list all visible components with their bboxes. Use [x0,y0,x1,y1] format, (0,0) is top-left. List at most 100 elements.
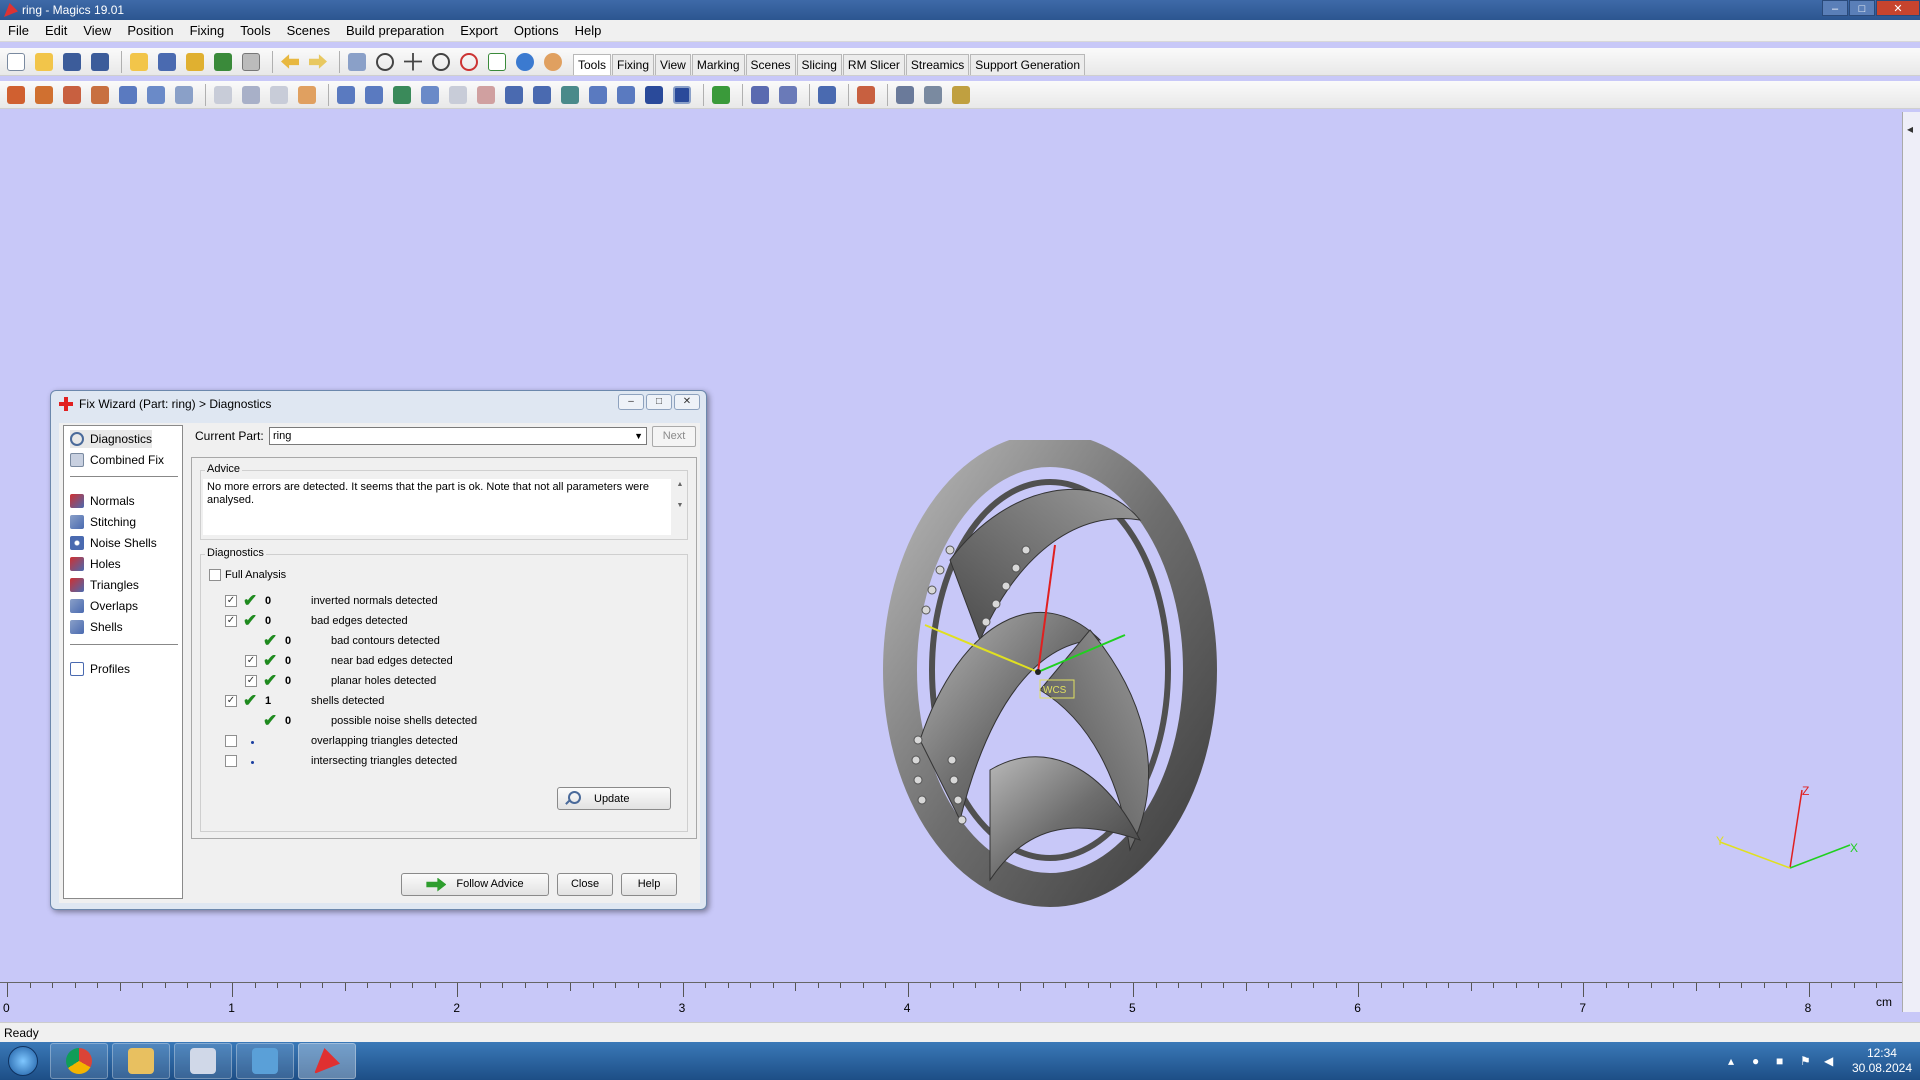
translate-icon[interactable] [4,83,28,107]
nav-item-stitching[interactable]: Stitching [70,513,136,531]
rotate-icon[interactable] [373,50,397,74]
print-icon[interactable] [239,50,263,74]
save-part-icon[interactable] [155,50,179,74]
collapse-arrow-icon[interactable]: ◂ [1907,122,1913,136]
next-button[interactable]: Next [652,426,696,447]
diagnostic-checkbox[interactable]: ✓ [245,675,257,687]
frame-icon[interactable] [642,83,666,107]
import-part-icon[interactable] [127,50,151,74]
surface-icon[interactable] [586,83,610,107]
tray-expand-icon[interactable]: ▴ [1728,1054,1744,1068]
tab-fixing[interactable]: Fixing [612,53,655,75]
start-button[interactable] [0,1042,46,1080]
tab-support-generation[interactable]: Support Generation [970,53,1086,75]
volume-icon[interactable]: ◀ [1824,1054,1840,1068]
tab-scenes[interactable]: Scenes [745,53,796,75]
menu-file[interactable]: File [0,23,37,38]
close-window-button[interactable]: ✕ [1876,0,1920,16]
select-icon[interactable] [345,50,369,74]
network-globe-icon[interactable]: ● [1752,1054,1768,1068]
nav-item-overlaps[interactable]: Overlaps [70,597,138,615]
frame-select-icon[interactable] [670,83,694,107]
scene-icon[interactable] [854,83,878,107]
nav-item-triangles[interactable]: Triangles [70,576,139,594]
taskbar-v8[interactable] [236,1043,294,1079]
taskbar-magics[interactable] [298,1043,356,1079]
follow-advice-button[interactable]: Follow Advice [401,873,549,896]
offset-icon[interactable] [390,83,414,107]
update-button[interactable]: Update [557,787,671,810]
tab-tools[interactable]: Tools [573,53,612,75]
full-analysis-checkbox[interactable] [209,569,221,581]
unload-part-icon[interactable] [211,50,235,74]
clock[interactable]: 12:34 30.08.2024 [1852,1046,1912,1076]
nav-item-noise-shells[interactable]: Noise Shells [70,534,157,552]
nav-item-holes[interactable]: Holes [70,555,121,573]
zoom-icon[interactable] [429,50,453,74]
pan-icon[interactable] [401,50,425,74]
package-icon[interactable] [815,83,839,107]
hand-tool-icon[interactable] [295,83,319,107]
dialog-maximize-button[interactable]: □ [646,394,672,410]
help-icon[interactable] [513,50,537,74]
tab-view[interactable]: View [655,53,691,75]
mirror-icon[interactable] [88,83,112,107]
grid-icon[interactable] [558,83,582,107]
new-file-icon[interactable] [4,50,28,74]
merge-icon[interactable] [172,83,196,107]
diagnostic-checkbox[interactable] [225,755,237,767]
wave-icon[interactable] [614,83,638,107]
checklist-icon[interactable] [485,50,509,74]
menu-view[interactable]: View [75,23,119,38]
menu-scenes[interactable]: Scenes [279,23,338,38]
measure-icon[interactable] [418,83,442,107]
ring-model[interactable]: WCS [840,440,1240,910]
taskbar-explorer[interactable] [112,1043,170,1079]
diagnostic-checkbox[interactable] [225,735,237,747]
nav-item-combined-fix[interactable]: Combined Fix [70,451,164,469]
diagnostic-checkbox[interactable]: ✓ [225,595,237,607]
diagnostic-checkbox[interactable]: ✓ [225,695,237,707]
rotate-part-icon[interactable] [60,83,84,107]
taskbar-paint[interactable] [174,1043,232,1079]
smooth-icon[interactable] [474,83,498,107]
text-icon[interactable] [362,83,386,107]
menu-position[interactable]: Position [119,23,181,38]
menu-edit[interactable]: Edit [37,23,75,38]
advice-scrollbar[interactable]: ▲ ▼ [673,481,687,533]
nav-item-shells[interactable]: Shells [70,618,123,636]
arrange-icon[interactable] [709,83,733,107]
current-part-select[interactable]: ring ▼ [269,427,647,445]
dialog-minimize-button[interactable]: – [618,394,644,410]
action-center-icon[interactable]: ⚑ [1800,1054,1816,1068]
nav-item-profiles[interactable]: Profiles [70,660,130,678]
undo-icon[interactable] [278,50,302,74]
minimize-button[interactable]: – [1822,0,1848,16]
help-button[interactable]: Help [621,873,677,896]
load-part-icon[interactable] [183,50,207,74]
tab-slicing[interactable]: Slicing [796,53,842,75]
nesting-icon[interactable] [776,83,800,107]
dialog-close-button[interactable]: ✕ [674,394,700,410]
menu-options[interactable]: Options [506,23,567,38]
build-icon[interactable] [949,83,973,107]
cut-icon[interactable] [211,83,235,107]
dialog-titlebar[interactable]: Fix Wizard (Part: ring) > Diagnostics – … [51,391,706,417]
taskbar-chrome[interactable] [50,1043,108,1079]
menu-export[interactable]: Export [452,23,506,38]
slices-icon[interactable] [921,83,945,107]
language-flag-icon[interactable]: ■ [1776,1054,1792,1068]
nav-item-normals[interactable]: Normals [70,492,135,510]
nav-item-diagnostics[interactable]: Diagnostics [70,430,153,448]
menu-tools[interactable]: Tools [232,23,278,38]
support-icon[interactable] [893,83,917,107]
save-icon[interactable] [60,50,84,74]
assistant-icon[interactable] [541,50,565,74]
platform-icon[interactable] [748,83,772,107]
tab-rm-slicer[interactable]: RM Slicer [842,53,905,75]
box-icon[interactable] [502,83,526,107]
save-as-icon[interactable] [88,50,112,74]
rescale-icon[interactable] [116,83,140,107]
redo-icon[interactable] [306,50,330,74]
viewport-side-strip[interactable]: ◂ [1902,112,1920,1012]
